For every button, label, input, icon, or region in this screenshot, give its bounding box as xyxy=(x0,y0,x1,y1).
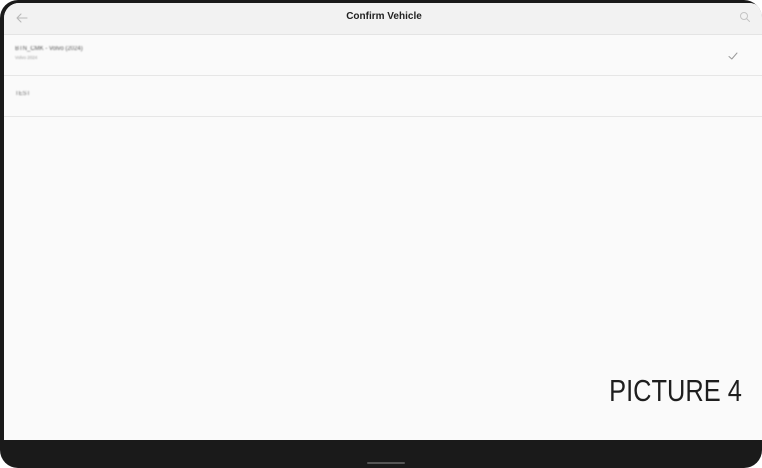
vehicle-list: BTN_CMK - Volvo (2024) Volvo 2024 TEST xyxy=(4,35,762,117)
search-icon xyxy=(740,12,750,22)
picture-label: PICTURE 4 xyxy=(609,373,742,408)
app-screen: Confirm Vehicle BTN_CMK - Volvo (2024) V… xyxy=(4,3,762,440)
app-bar: Confirm Vehicle xyxy=(4,3,762,35)
tablet-device-frame: Confirm Vehicle BTN_CMK - Volvo (2024) V… xyxy=(0,0,762,468)
vehicle-list-item-selected[interactable]: BTN_CMK - Volvo (2024) Volvo 2024 xyxy=(4,35,762,76)
vehicle-list-item[interactable]: TEST xyxy=(4,76,762,117)
selected-indicator xyxy=(727,49,739,61)
checkmark-icon xyxy=(728,52,738,60)
page-title: Confirm Vehicle xyxy=(346,11,422,22)
vehicle-name: BTN_CMK - Volvo (2024) xyxy=(15,46,83,52)
navigation-handle[interactable] xyxy=(367,462,405,464)
vehicle-subtitle: Volvo 2024 xyxy=(15,55,38,60)
vehicle-name: TEST xyxy=(15,91,31,97)
search-button[interactable] xyxy=(738,10,752,24)
